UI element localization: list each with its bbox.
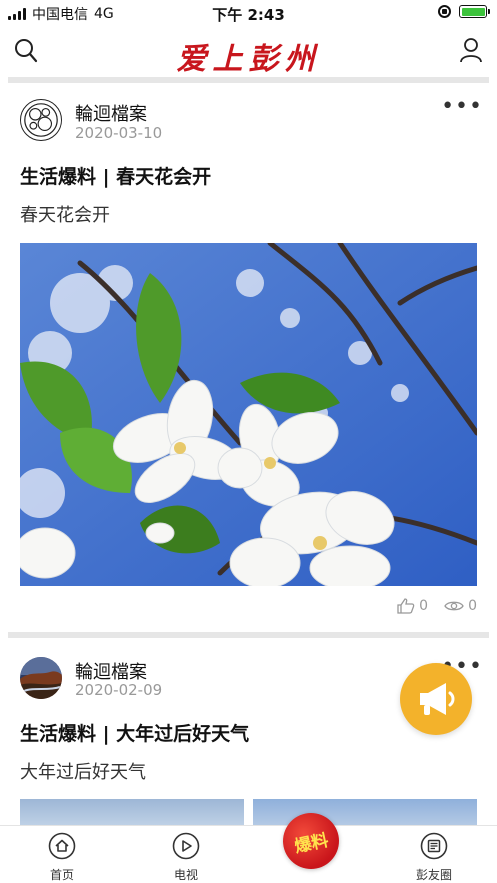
home-icon: [48, 832, 76, 860]
avatar-landscape-image: [20, 657, 62, 699]
post-subtitle: 大年过后好天气: [20, 762, 146, 783]
app-header: 爱上彭州: [0, 26, 497, 77]
user-icon[interactable]: [459, 37, 483, 63]
post-stats: 0 0: [397, 598, 477, 614]
tab-tv[interactable]: 电视: [151, 832, 221, 883]
status-bar: 中国电信 4G 下午 2:43: [0, 0, 497, 26]
tab-tv-label: 电视: [173, 868, 198, 882]
post-image[interactable]: [20, 243, 477, 586]
megaphone-icon: [420, 683, 455, 715]
like-stat[interactable]: 0: [397, 598, 428, 614]
blossom-photo: [20, 243, 477, 586]
bottom-tab-bar: 首页 电视 彭友圈: [0, 825, 497, 883]
newspaper-icon: [420, 832, 448, 860]
tab-circle-label: 彭友圈: [415, 868, 452, 882]
status-time: 下午 2:43: [212, 6, 285, 24]
post-title[interactable]: 生活爆料 | 春天花会开: [20, 162, 211, 189]
tab-circle[interactable]: 彭友圈: [399, 832, 469, 883]
section-divider: [8, 77, 489, 83]
tab-home-label: 首页: [49, 868, 74, 882]
like-icon[interactable]: [397, 598, 415, 614]
avatar[interactable]: [20, 99, 62, 141]
like-count: 0: [419, 598, 429, 614]
view-icon: [444, 601, 464, 611]
post-subtitle: 春天花会开: [20, 205, 110, 226]
app-logo: 爱上彭州: [176, 42, 321, 77]
post-date: 2020-03-10: [75, 124, 163, 142]
section-divider: [8, 632, 489, 638]
battery-icon: [459, 5, 490, 18]
view-stat: 0: [444, 598, 477, 614]
post-author[interactable]: 輪迴檔案: [75, 100, 147, 126]
avatar-logo-icon: [24, 103, 58, 137]
tab-home[interactable]: 首页: [27, 832, 97, 883]
avatar[interactable]: [20, 657, 62, 699]
more-icon[interactable]: •••: [441, 96, 483, 118]
orientation-lock-icon: [438, 5, 451, 18]
post-title[interactable]: 生活爆料 | 大年过后好天气: [20, 719, 249, 746]
post-date: 2020-02-09: [75, 681, 163, 699]
broadcast-button[interactable]: [400, 663, 472, 735]
view-count: 0: [468, 598, 477, 614]
play-icon: [172, 832, 200, 860]
